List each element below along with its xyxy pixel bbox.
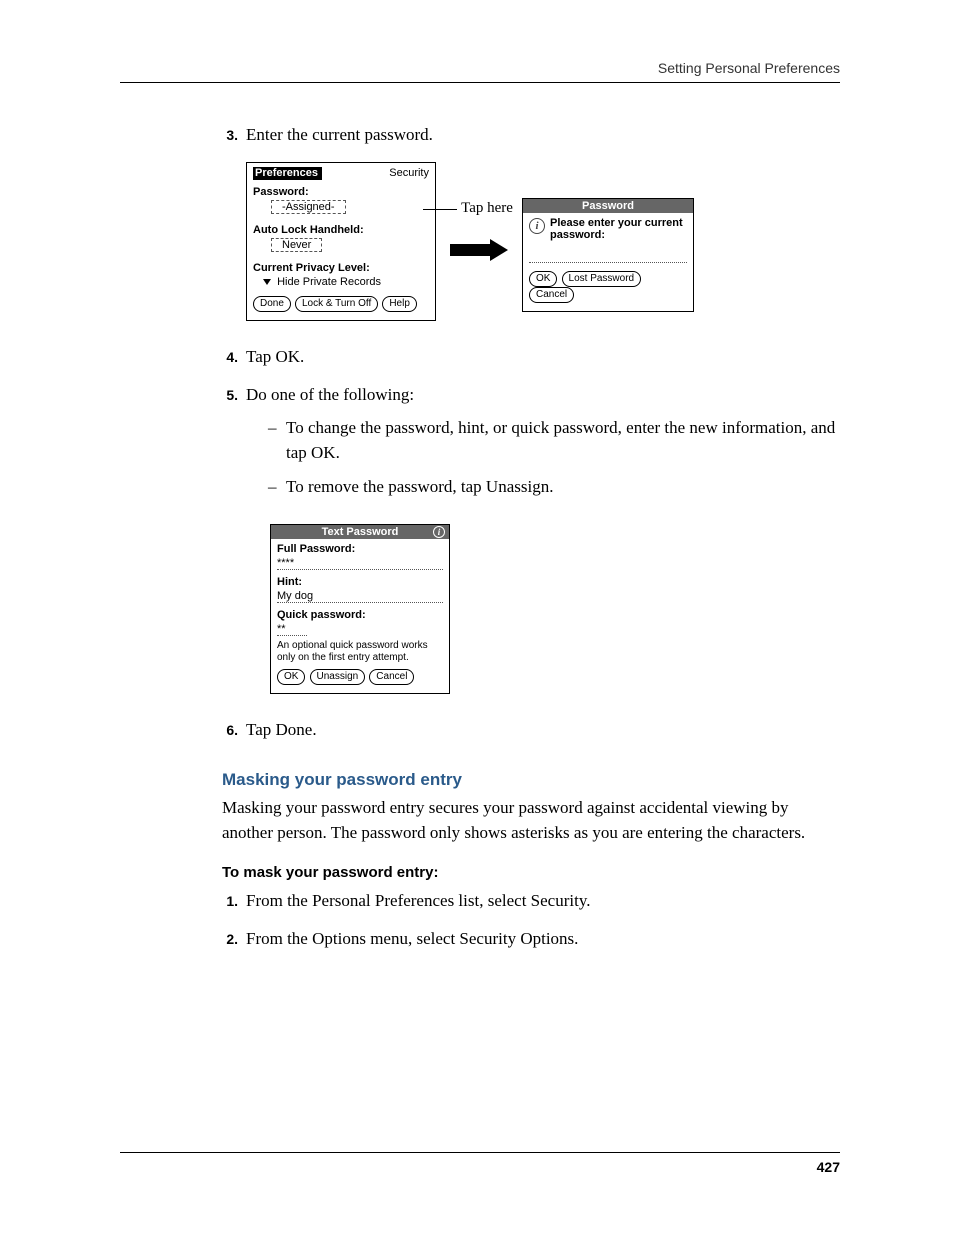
step-4: 4. Tap OK. [222, 345, 840, 370]
quick-password-note: An optional quick password works only on… [277, 640, 443, 664]
step-number: 4. [222, 345, 246, 370]
password-value[interactable]: -Assigned- [271, 200, 346, 214]
bullet-dash: – [268, 475, 286, 500]
full-password-label: Full Password: [277, 543, 443, 555]
chevron-down-icon[interactable] [263, 279, 271, 285]
done-button[interactable]: Done [253, 296, 291, 312]
step-text: From the Personal Preferences list, sele… [246, 889, 840, 914]
section-paragraph: Masking your password entry secures your… [222, 796, 840, 845]
prefs-title: Preferences [253, 167, 322, 180]
running-head: Setting Personal Preferences [120, 60, 840, 83]
info-icon: i [529, 218, 545, 234]
lock-turnoff-button[interactable]: Lock & Turn Off [295, 296, 378, 312]
step-number: 5. [222, 383, 246, 510]
bullet-dash: – [268, 416, 286, 465]
hint-field[interactable]: My dog [277, 589, 443, 603]
ok-button[interactable]: OK [529, 271, 557, 287]
lost-password-button[interactable]: Lost Password [562, 271, 642, 287]
step-number: 6. [222, 718, 246, 743]
task-step-1: 1. From the Personal Preferences list, s… [222, 889, 840, 914]
info-icon[interactable]: i [433, 526, 445, 538]
autolock-label: Auto Lock Handheld: [253, 224, 429, 236]
step-3: 3. Enter the current password. [222, 123, 840, 148]
step-number: 3. [222, 123, 246, 148]
figure-preferences-password: Preferences Security Password: -Assigned… [246, 162, 840, 321]
privacy-label: Current Privacy Level: [253, 262, 429, 274]
cancel-button[interactable]: Cancel [369, 669, 414, 685]
substep-b: To remove the password, tap Unassign. [286, 475, 840, 500]
step-5: 5. Do one of the following: – To change … [222, 383, 840, 510]
autolock-value[interactable]: Never [271, 238, 322, 252]
quick-password-field[interactable]: ** [277, 622, 307, 636]
step-text: Do one of the following: [246, 383, 840, 408]
substep-a: To change the password, hint, or quick p… [286, 416, 840, 465]
step-number: 1. [222, 889, 246, 914]
preferences-panel: Preferences Security Password: -Assigned… [246, 162, 436, 321]
unassign-button[interactable]: Unassign [310, 669, 366, 685]
step-text: Tap Done. [246, 718, 840, 743]
section-heading: Masking your password entry [222, 770, 840, 790]
password-label: Password: [253, 186, 429, 198]
task-step-2: 2. From the Options menu, select Securit… [222, 927, 840, 952]
page-number: 427 [120, 1152, 840, 1175]
ok-button[interactable]: OK [277, 669, 305, 685]
text-password-dialog: Text Password i Full Password: **** Hint… [270, 524, 450, 694]
prefs-category[interactable]: Security [389, 167, 429, 179]
quick-password-label: Quick password: [277, 609, 443, 621]
password-dialog: Password i Please enter your current pas… [522, 198, 694, 312]
privacy-value[interactable]: Hide Private Records [277, 276, 381, 288]
hint-label: Hint: [277, 576, 443, 588]
arrow-right-icon [450, 239, 508, 261]
cancel-button[interactable]: Cancel [529, 287, 574, 303]
help-button[interactable]: Help [382, 296, 417, 312]
step-6: 6. Tap Done. [222, 718, 840, 743]
password-prompt: Please enter your current password: [550, 217, 687, 241]
figure-text-password: Text Password i Full Password: **** Hint… [270, 524, 840, 694]
task-heading: To mask your password entry: [222, 864, 840, 881]
step-number: 2. [222, 927, 246, 952]
step-text: Tap OK. [246, 345, 840, 370]
step-text: Enter the current password. [246, 123, 840, 148]
text-password-title: Text Password [322, 526, 399, 538]
tap-here-callout: Tap here [461, 200, 513, 217]
full-password-field[interactable]: **** [277, 556, 443, 570]
password-dialog-title: Password [523, 199, 693, 213]
password-input-line[interactable] [529, 251, 687, 263]
step-text: From the Options menu, select Security O… [246, 927, 840, 952]
